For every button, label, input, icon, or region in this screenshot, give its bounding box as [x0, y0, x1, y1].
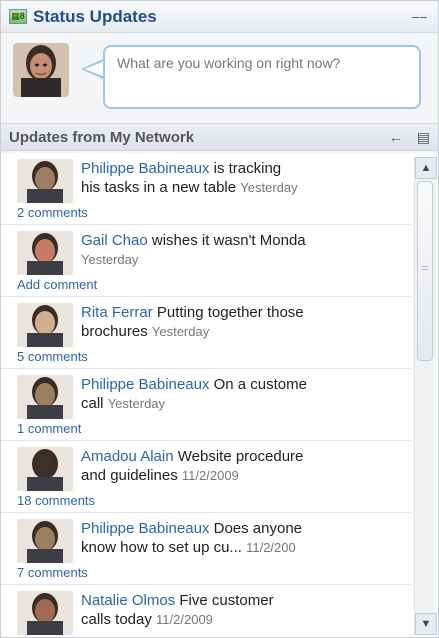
back-arrow-icon[interactable]: ← [389, 129, 403, 145]
list-item: Philippe Babineaux Does anyone know how t… [1, 513, 411, 585]
timestamp: Yesterday [151, 324, 210, 339]
scroll-up-button[interactable]: ▲ [415, 157, 437, 179]
status-line-2: brochures Yesterday [81, 322, 407, 341]
status-text: wishes it wasn't Monda [147, 232, 306, 249]
section-tools: ← ▤ [389, 129, 430, 146]
list-item: Philippe Babineaux is tracking his tasks … [1, 153, 411, 225]
list-item: Natalie Olmos Five customer calls today 1… [1, 585, 411, 637]
author-link[interactable]: Philippe Babineaux [81, 160, 209, 177]
status-line-2: Yesterday [81, 250, 407, 269]
avatar[interactable] [17, 519, 73, 563]
comments-link[interactable]: 2 comments [17, 205, 88, 220]
timestamp: Yesterday [81, 252, 139, 267]
status-line-2: calls today 11/2/2009 [81, 610, 407, 629]
status-text: is tracking [209, 160, 282, 177]
author-link[interactable]: Amadou Alain [81, 448, 174, 465]
timestamp: 11/2/2009 [156, 612, 213, 627]
avatar [13, 43, 69, 97]
status-text-continued: brochures [81, 323, 152, 340]
status-line-2: know how to set up cu... 11/2/200 [81, 538, 407, 557]
scroll-grip-icon [422, 266, 428, 270]
avatar[interactable] [17, 303, 73, 347]
comments-link[interactable]: 1 comment [17, 421, 81, 436]
status-line-2: and guidelines 11/2/2009 [81, 466, 407, 485]
list-item: Amadou Alain Website procedure and guidel… [1, 441, 411, 513]
scrollbar[interactable]: ▲ ▼ [414, 157, 437, 635]
comments-link[interactable]: 7 comments [17, 565, 88, 580]
avatar-image [17, 159, 73, 203]
update-text: Philippe Babineaux On a custome call Yest… [81, 375, 407, 413]
status-text: Putting together those [152, 304, 304, 321]
status-text: Website procedure [173, 448, 304, 465]
author-link[interactable]: Gail Chao [81, 232, 148, 249]
feed-list: Philippe Babineaux is tracking his tasks … [1, 153, 411, 637]
status-text-continued: know how to set up cu... [81, 539, 247, 556]
avatar[interactable] [17, 231, 73, 275]
app-icon: ▦8 [9, 9, 27, 24]
comments-link[interactable]: Add comment [17, 277, 97, 292]
avatar-image [17, 375, 73, 419]
panel-title: Status Updates [33, 6, 157, 26]
scroll-thumb[interactable] [417, 181, 433, 361]
status-text-continued: his tasks in a new table [81, 179, 241, 196]
avatar[interactable] [17, 447, 73, 491]
update-text: Rita Ferrar Putting together those brochu… [81, 303, 407, 341]
timestamp: Yesterday [107, 396, 166, 411]
author-link[interactable]: Natalie Olmos [81, 592, 175, 609]
status-input[interactable]: What are you working on right now? [103, 45, 421, 109]
network-feed: Philippe Babineaux is tracking his tasks … [1, 153, 438, 637]
status-text-continued: call [81, 395, 108, 412]
status-text: Does anyone [209, 520, 303, 537]
avatar[interactable] [17, 591, 73, 635]
feed-icon[interactable]: ▤ [417, 129, 430, 146]
avatar-image [17, 303, 73, 347]
update-text: Gail Chao wishes it wasn't Monda Yesterda… [81, 231, 407, 269]
speech-bubble-tail-inner [85, 61, 105, 77]
scroll-down-button[interactable]: ▼ [415, 613, 437, 635]
list-item: Philippe Babineaux On a custome call Yest… [1, 369, 411, 441]
author-link[interactable]: Philippe Babineaux [81, 520, 209, 537]
avatar-image [17, 447, 73, 491]
update-text: Amadou Alain Website procedure and guidel… [81, 447, 407, 485]
status-text-continued: and guidelines [81, 467, 182, 484]
panel-header: ▦8 Status Updates ⎯⎯ [1, 1, 438, 33]
avatar[interactable] [17, 159, 73, 203]
comments-link[interactable]: 5 comments [17, 349, 88, 364]
author-link[interactable]: Philippe Babineaux [81, 376, 209, 393]
status-line-2: his tasks in a new table Yesterday [81, 178, 407, 197]
list-item: Gail Chao wishes it wasn't Monda Yesterda… [1, 225, 411, 297]
status-composer: What are you working on right now? [1, 33, 438, 121]
timestamp: Yesterday [240, 180, 298, 195]
avatar-image [17, 591, 73, 635]
update-text: Philippe Babineaux is tracking his tasks … [81, 159, 407, 197]
status-updates-panel: ▦8 Status Updates ⎯⎯ What are you workin… [0, 0, 439, 638]
timestamp: 11/2/200 [246, 540, 296, 555]
status-text: On a custome [209, 376, 307, 393]
avatar-image [13, 43, 69, 97]
status-line-2: call Yesterday [81, 394, 407, 413]
network-section-title: Updates from My Network [9, 128, 195, 146]
avatar[interactable] [17, 375, 73, 419]
update-text: Philippe Babineaux Does anyone know how t… [81, 519, 407, 557]
update-text: Natalie Olmos Five customer calls today 1… [81, 591, 407, 629]
status-text: Five customer [175, 592, 274, 609]
list-item: Rita Ferrar Putting together those brochu… [1, 297, 411, 369]
avatar-image [17, 231, 73, 275]
comments-link[interactable]: 18 comments [17, 493, 95, 508]
timestamp: 11/2/2009 [181, 468, 239, 483]
collapse-dash-icon[interactable]: ⎯⎯ [410, 8, 430, 25]
author-link[interactable]: Rita Ferrar [81, 304, 153, 321]
network-section-header: Updates from My Network ← ▤ [1, 123, 438, 151]
avatar-image [17, 519, 73, 563]
status-text-continued: calls today [81, 611, 157, 628]
